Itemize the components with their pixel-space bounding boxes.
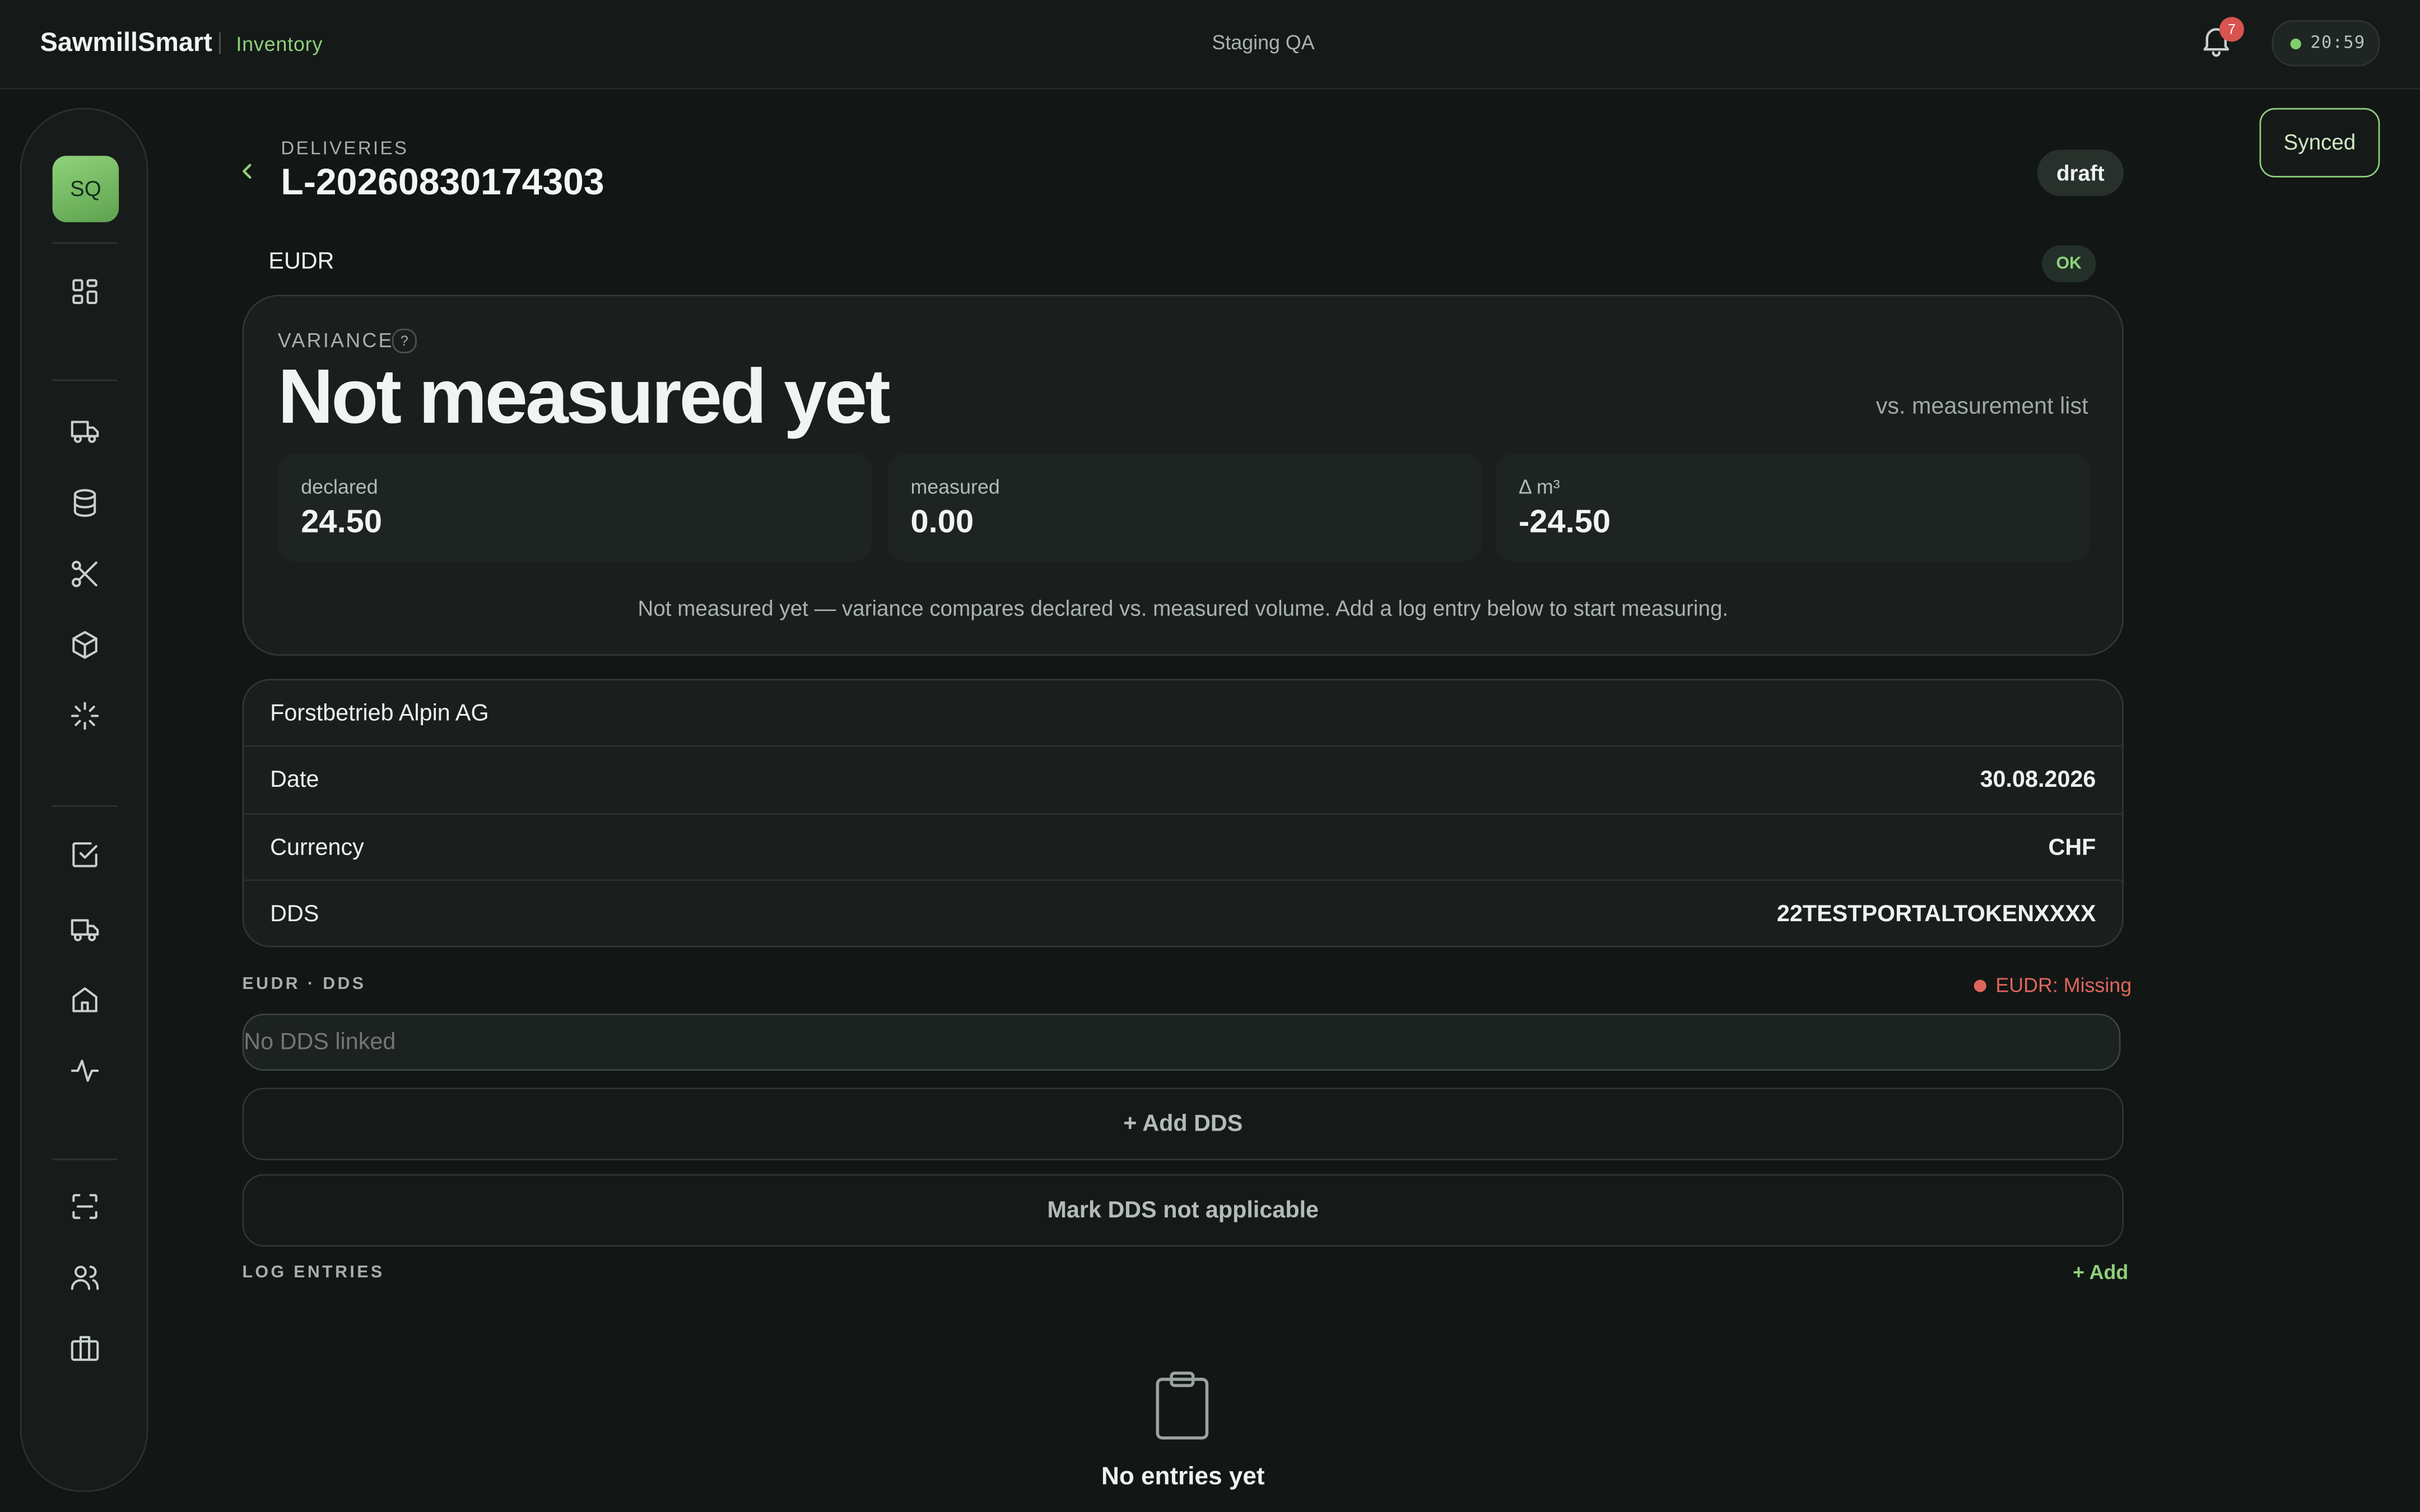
declared-stat: declared 24.50: [277, 453, 872, 562]
activity-icon[interactable]: [68, 1054, 105, 1091]
sidebar-divider: [52, 1159, 118, 1160]
sidebar-divider: [52, 242, 118, 244]
delivery-truck-icon[interactable]: [68, 912, 105, 949]
help-icon[interactable]: ?: [392, 328, 417, 353]
eudr-ok-badge: OK: [2041, 245, 2096, 283]
currency-row: Currency CHF: [244, 813, 2123, 881]
clock-time: 20:59: [2310, 32, 2366, 53]
clock-pill: 20:59: [2272, 20, 2380, 67]
supplier-row: Forstbetrieb Alpin AG: [244, 680, 2122, 746]
sidebar-divider: [52, 379, 118, 381]
variance-comparison: vs. measurement list: [1876, 393, 2088, 420]
date-value: 30.08.2026: [1980, 767, 2096, 794]
scissors-icon[interactable]: [68, 557, 105, 594]
add-log-entry-button[interactable]: + Add: [2073, 1261, 2128, 1284]
home-icon[interactable]: [68, 983, 105, 1020]
sidebar: SQ: [20, 108, 148, 1492]
dashboard-icon[interactable]: [68, 274, 105, 311]
dds-label: DDS: [270, 900, 319, 927]
add-dds-button[interactable]: + Add DDS: [242, 1088, 2124, 1160]
declared-value: 24.50: [301, 504, 383, 540]
eudr-label: EUDR: [268, 248, 334, 275]
loader-icon[interactable]: [68, 699, 105, 736]
package-icon[interactable]: [68, 628, 105, 665]
mark-dds-not-applicable-button[interactable]: Mark DDS not applicable: [242, 1174, 2124, 1247]
measured-label: measured: [910, 475, 1000, 498]
variance-label: VARIANCE: [277, 328, 394, 352]
delivery-details-card: Forstbetrieb Alpin AG Date 30.08.2026 Cu…: [242, 679, 2124, 948]
dds-row: DDS 22TESTPORTALTOKENXXXX: [244, 879, 2123, 945]
users-icon[interactable]: [68, 1261, 105, 1298]
briefcase-icon[interactable]: [68, 1332, 105, 1369]
clipboard-icon: [1151, 1369, 1213, 1443]
empty-state-text: No entries yet: [1101, 1464, 1265, 1491]
page-title: L-20260830174303: [281, 162, 604, 204]
variance-card: VARIANCE ? Not measured yet vs. measurem…: [242, 295, 2124, 656]
variance-note: Not measured yet — variance compares dec…: [637, 595, 1729, 620]
dds-value: 22TESTPORTALTOKENXXXX: [1776, 900, 2096, 927]
back-chevron-icon[interactable]: [236, 161, 258, 183]
variance-headline: Not measured yet: [277, 353, 891, 440]
measured-stat: measured 0.00: [887, 453, 1482, 562]
eudr-missing-status: EUDR: Missing: [1974, 973, 2132, 997]
dds-input[interactable]: [242, 1014, 2121, 1071]
scan-icon[interactable]: [68, 1189, 105, 1226]
currency-value: CHF: [2048, 834, 2096, 861]
avatar[interactable]: SQ: [52, 156, 119, 222]
delta-label: Δ m³: [1519, 475, 1560, 498]
online-indicator: [2290, 38, 2301, 50]
sync-status-button[interactable]: Synced: [2259, 108, 2380, 178]
sidebar-divider: [52, 805, 118, 807]
currency-label: Currency: [270, 834, 364, 861]
log-entries-section-label: LOG ENTRIES: [242, 1263, 385, 1282]
delta-value: -24.50: [1519, 504, 1611, 540]
delta-stat: Δ m³ -24.50: [1495, 453, 2090, 562]
checkbox-icon[interactable]: [68, 838, 105, 875]
eudr-missing-text: EUDR: Missing: [1995, 973, 2132, 997]
measured-value: 0.00: [910, 504, 974, 540]
truck-icon[interactable]: [68, 413, 105, 450]
status-dot-icon: [1974, 979, 1986, 992]
eudr-dds-section-label: EUDR · DDS: [242, 975, 366, 994]
database-icon[interactable]: [68, 486, 105, 523]
date-row: Date 30.08.2026: [244, 745, 2123, 813]
breadcrumb[interactable]: DELIVERIES: [281, 137, 408, 159]
status-badge: draft: [2037, 150, 2124, 196]
top-bar: SawmillSmart Inventory Staging QA 7 20:5…: [0, 0, 2420, 90]
notification-badge: 7: [2219, 17, 2244, 42]
supplier-name: Forstbetrieb Alpin AG: [270, 700, 489, 727]
declared-label: declared: [301, 475, 378, 498]
date-label: Date: [270, 767, 319, 794]
environment-label: Staging QA: [1212, 31, 1315, 54]
